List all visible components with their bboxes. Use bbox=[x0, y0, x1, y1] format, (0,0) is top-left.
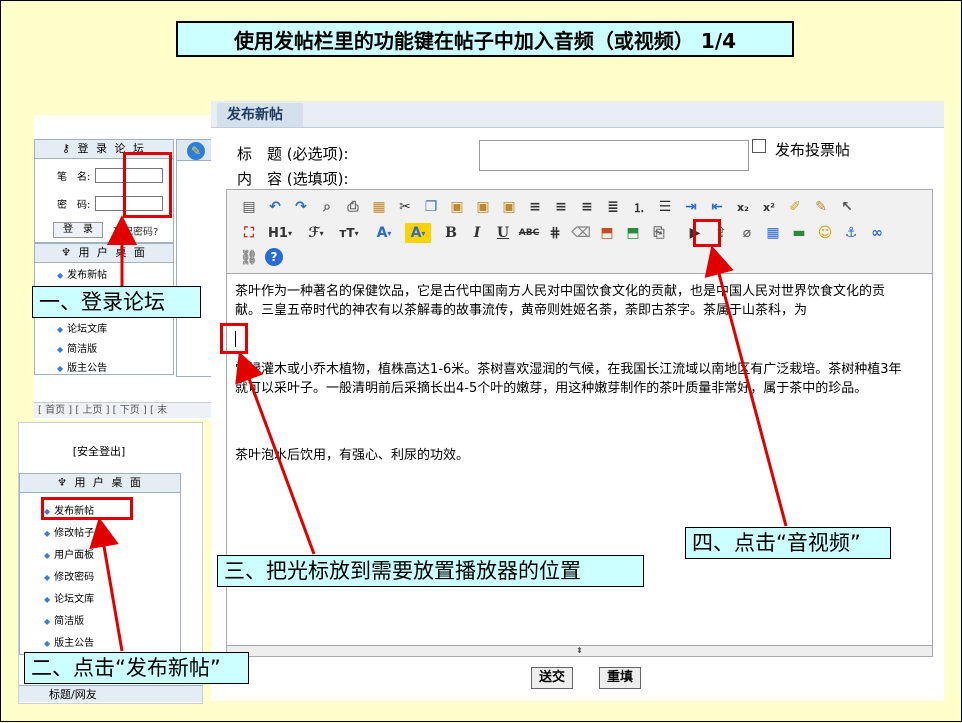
arrow-step4 bbox=[704, 245, 788, 527]
callout-step4: 四、点击“音视频” bbox=[685, 527, 891, 559]
arrow-step3 bbox=[235, 351, 316, 555]
annotation-arrows bbox=[89, 215, 788, 652]
callout-step3: 三、把光标放到需要放置播放器的位置 bbox=[217, 555, 644, 587]
callout-step1: 一、登录论坛 bbox=[32, 286, 201, 318]
slide: 使用发帖栏里的功能键在帖子中加入音频（或视频） 1/4 ⚷ 登 录 论 坛 笔 … bbox=[0, 0, 962, 722]
callout-step2: 二、点击“发布新帖” bbox=[24, 652, 249, 684]
arrow-step2 bbox=[89, 517, 124, 652]
